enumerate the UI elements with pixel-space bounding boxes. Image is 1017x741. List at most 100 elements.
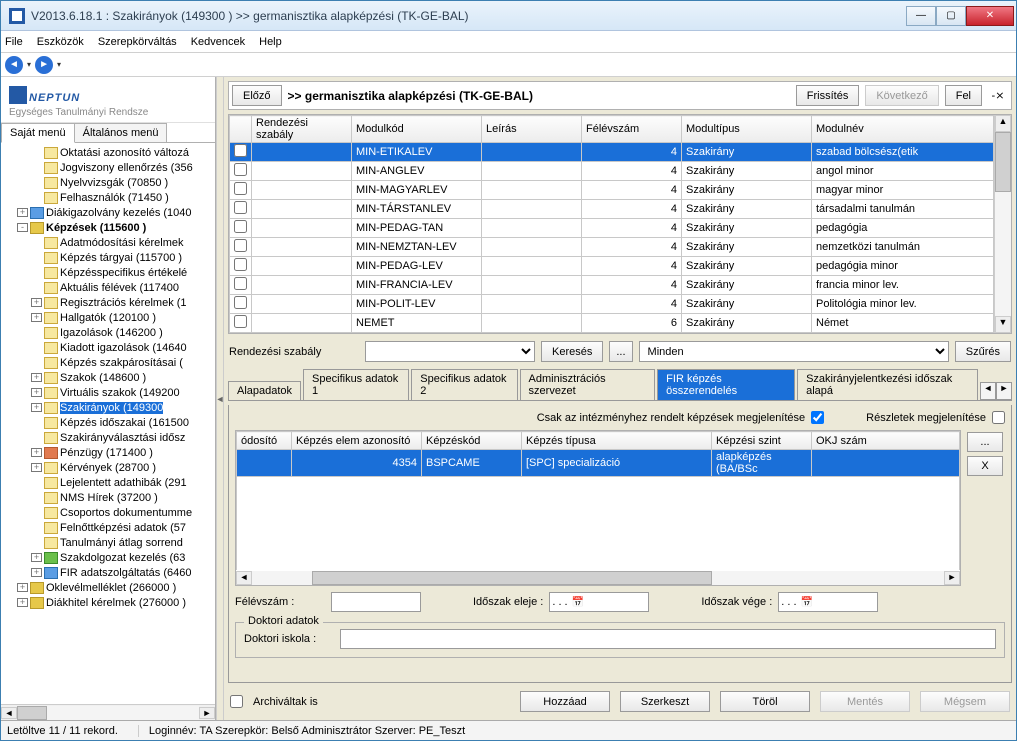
nav-forward-dropdown[interactable]: ▾ <box>55 60 63 69</box>
sem-input[interactable] <box>331 592 421 612</box>
search-button[interactable]: Keresés <box>541 341 603 362</box>
maximize-button[interactable]: ▢ <box>936 6 966 26</box>
add-button[interactable]: Hozzáad <box>520 691 610 712</box>
tree-node[interactable]: Képzés tárgyai (115700 ) <box>1 250 215 265</box>
close-button[interactable]: ✕ <box>966 6 1014 26</box>
expand-icon[interactable]: + <box>31 373 42 382</box>
col-checkbox[interactable] <box>230 116 252 143</box>
table-row[interactable]: MIN-MAGYARLEV4Szakiránymagyar minor <box>230 181 994 200</box>
tree-node[interactable]: +Hallgatók (120100 ) <box>1 310 215 325</box>
expand-icon[interactable]: + <box>17 583 28 592</box>
tree-node[interactable]: +Szakdolgozat kezelés (63 <box>1 550 215 565</box>
archived-checkbox[interactable] <box>230 695 243 708</box>
tab-specifikus-2[interactable]: Specifikus adatok 2 <box>411 369 517 400</box>
scroll-thumb[interactable] <box>312 571 712 585</box>
training-grid[interactable]: ódosító Képzés elem azonosító Képzéskód … <box>236 431 960 577</box>
filter-button[interactable]: Szűrés <box>955 341 1011 362</box>
menu-file[interactable]: File <box>5 36 23 48</box>
minimize-button[interactable]: — <box>906 6 936 26</box>
scroll-right-icon[interactable]: ► <box>944 571 960 585</box>
inst-filter-checkbox[interactable] <box>811 411 824 424</box>
table-row[interactable]: MIN-FRANCIA-LEV4Szakirányfrancia minor l… <box>230 276 994 295</box>
col-code[interactable]: Modulkód <box>352 116 482 143</box>
col-sem[interactable]: Félévszám <box>582 116 682 143</box>
row-delete-button[interactable]: X <box>967 456 1003 476</box>
subcol-okj[interactable]: OKJ szám <box>812 432 960 450</box>
collapse-icon[interactable]: - <box>17 223 28 232</box>
col-type[interactable]: Modultípus <box>682 116 812 143</box>
row-checkbox[interactable] <box>234 239 247 252</box>
period-end-input[interactable]: . . . 📅 <box>778 592 878 612</box>
calendar-icon[interactable]: 📅 <box>572 597 584 608</box>
tree-node[interactable]: Kiadott igazolások (14640 <box>1 340 215 355</box>
tree-node[interactable]: +Oklevélmelléklet (266000 ) <box>1 580 215 595</box>
expand-icon[interactable]: + <box>31 463 42 472</box>
tab-admin-szervezet[interactable]: Adminisztrációs szervezet <box>520 369 656 400</box>
tree-node[interactable]: +Regisztrációs kérelmek (1 <box>1 295 215 310</box>
subcol-code[interactable]: Képzéskód <box>422 432 522 450</box>
menu-help[interactable]: Help <box>259 36 282 48</box>
tree-node[interactable]: Képzésspecifikus értékelé <box>1 265 215 280</box>
row-checkbox[interactable] <box>234 163 247 176</box>
expand-icon[interactable]: + <box>17 208 28 217</box>
row-details-button[interactable]: ... <box>967 432 1003 452</box>
module-grid[interactable]: Rendezési szabály Modulkód Leírás Félévs… <box>229 115 994 333</box>
details-checkbox[interactable] <box>992 411 1005 424</box>
tree-hscrollbar[interactable]: ◄ ► <box>1 704 215 720</box>
tree-node[interactable]: Lejelentett adathibák (291 <box>1 475 215 490</box>
filter-rule-select[interactable] <box>365 341 535 362</box>
table-row[interactable]: MIN-PEDAG-LEV4Szakiránypedagógia minor <box>230 257 994 276</box>
scroll-left-icon[interactable]: ◄ <box>236 571 252 585</box>
scroll-left-icon[interactable]: ◄ <box>1 707 17 719</box>
menu-role[interactable]: Szerepkörváltás <box>98 36 177 48</box>
tree-node[interactable]: NMS Hírek (37200 ) <box>1 490 215 505</box>
row-checkbox[interactable] <box>234 201 247 214</box>
expand-icon[interactable]: + <box>31 568 42 577</box>
tree-node[interactable]: Felhasználók (71450 ) <box>1 190 215 205</box>
prev-button[interactable]: Előző <box>232 85 282 106</box>
tree-node[interactable]: Aktuális félévek (117400 <box>1 280 215 295</box>
tab-scroll-right-icon[interactable]: ► <box>996 382 1012 400</box>
tree-node[interactable]: Felnőttképzési adatok (57 <box>1 520 215 535</box>
expand-icon[interactable]: + <box>31 313 42 322</box>
subcol-type[interactable]: Képzés típusa <box>522 432 712 450</box>
tree-node[interactable]: Nyelvvizsgák (70850 ) <box>1 175 215 190</box>
expand-icon[interactable]: + <box>31 553 42 562</box>
table-row[interactable]: MIN-POLIT-LEV4SzakirányPolitológia minor… <box>230 295 994 314</box>
tab-alapadatok[interactable]: Alapadatok <box>228 381 301 400</box>
grid-vscrollbar[interactable]: ▲ ▼ <box>994 115 1011 333</box>
tree-node[interactable]: Oktatási azonosító változá <box>1 145 215 160</box>
tree-node[interactable]: +Diákigazolvány kezelés (1040 <box>1 205 215 220</box>
scroll-up-icon[interactable]: ▲ <box>995 115 1011 132</box>
splitter[interactable]: ◄ <box>216 77 224 720</box>
nav-forward-icon[interactable]: ► <box>35 56 53 74</box>
nav-back-icon[interactable]: ◄ <box>5 56 23 74</box>
scroll-thumb[interactable] <box>17 706 47 720</box>
tree-node[interactable]: +Virtuális szakok (149200 <box>1 385 215 400</box>
menu-tools[interactable]: Eszközök <box>37 36 84 48</box>
tab-specifikus-1[interactable]: Specifikus adatok 1 <box>303 369 409 400</box>
expand-icon[interactable]: + <box>31 388 42 397</box>
tree-node[interactable]: Igazolások (146200 ) <box>1 325 215 340</box>
table-row[interactable]: 4354 BSPCAME [SPC] specializáció alapkép… <box>237 450 960 477</box>
tree-node[interactable]: +Kérvények (28700 ) <box>1 460 215 475</box>
tree-node[interactable]: Adatmódosítási kérelmek <box>1 235 215 250</box>
tree-node[interactable]: Jogviszony ellenőrzés (356 <box>1 160 215 175</box>
tree-node[interactable]: +Pénzügy (171400 ) <box>1 445 215 460</box>
tree-node[interactable]: Képzés időszakai (161500 <box>1 415 215 430</box>
filter-scope-select[interactable]: Minden <box>639 341 949 362</box>
scroll-down-icon[interactable]: ▼ <box>995 316 1011 333</box>
edit-button[interactable]: Szerkeszt <box>620 691 710 712</box>
row-checkbox[interactable] <box>234 277 247 290</box>
tree-node[interactable]: +Szakirányok (149300 <box>1 400 215 415</box>
tree-node[interactable]: Tanulmányi átlag sorrend <box>1 535 215 550</box>
subcol-id[interactable]: ódosító <box>237 432 292 450</box>
pin-icon[interactable]: -⨯ <box>988 89 1008 102</box>
table-row[interactable]: NEMET6SzakirányNémet <box>230 314 994 333</box>
table-row[interactable]: MIN-PEDAG-TAN4Szakiránypedagógia <box>230 219 994 238</box>
tab-general-menu[interactable]: Általános menü <box>74 123 168 142</box>
table-row[interactable]: MIN-ETIKALEV4Szakirányszabad bölcsész(et… <box>230 143 994 162</box>
calendar-icon[interactable]: 📅 <box>801 597 813 608</box>
tree-node[interactable]: -Képzések (115600 ) <box>1 220 215 235</box>
up-button[interactable]: Fel <box>945 85 982 106</box>
